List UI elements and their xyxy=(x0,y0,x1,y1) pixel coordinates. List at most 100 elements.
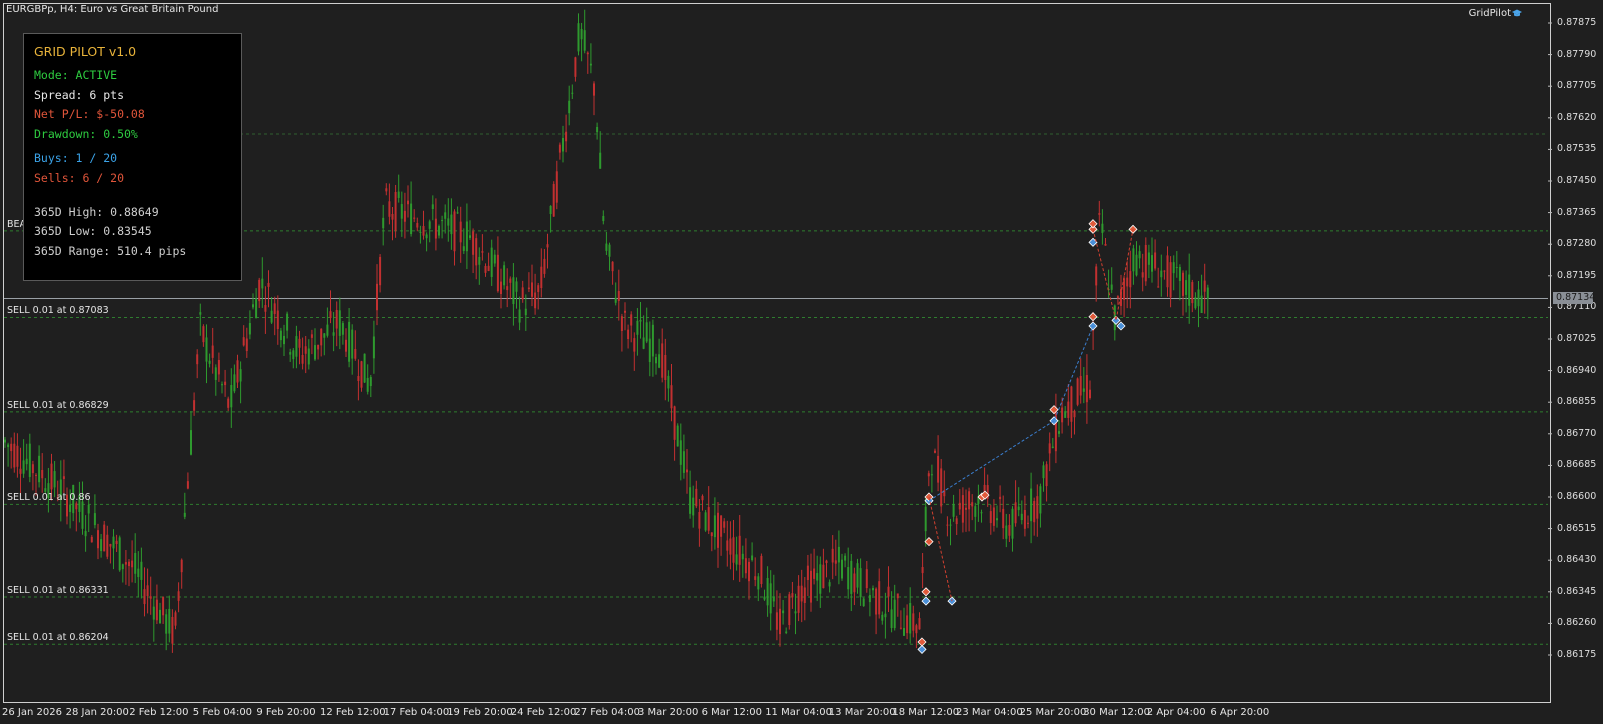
candle-body xyxy=(1163,270,1166,272)
candle-body xyxy=(955,518,958,525)
candle-body xyxy=(453,211,456,252)
grid-level-label: SELL 0.01 at 0.87083 xyxy=(7,305,109,317)
candle-body xyxy=(379,256,382,286)
candle-body xyxy=(416,223,419,228)
candle-body xyxy=(999,496,1002,500)
candle-body xyxy=(903,628,905,636)
candle-body xyxy=(1008,524,1011,536)
price-tick-label: 0.87280 xyxy=(1557,238,1597,250)
candle-body xyxy=(351,329,354,359)
candle-body xyxy=(230,385,233,408)
candle-body xyxy=(794,611,797,614)
candle-body xyxy=(366,377,369,392)
candle-body xyxy=(806,565,809,580)
candle-body xyxy=(233,374,236,392)
candle-body xyxy=(149,596,152,599)
candle-body xyxy=(1160,270,1163,278)
candle-body xyxy=(996,518,998,521)
candle-body xyxy=(717,512,719,548)
candle-body xyxy=(1073,410,1076,418)
candle-body xyxy=(75,503,78,510)
sell-trade-marker xyxy=(917,637,927,647)
candle-body xyxy=(1154,252,1157,269)
candle-body xyxy=(335,310,338,329)
time-tick-label: 2 Apr 04:00 xyxy=(1146,707,1206,718)
candle-body xyxy=(103,524,106,552)
candle-body xyxy=(655,357,657,364)
time-tick-label: 19 Feb 20:00 xyxy=(447,707,513,718)
candle-body xyxy=(1058,431,1060,434)
candle-body xyxy=(25,458,28,465)
candle-body xyxy=(1005,525,1008,539)
candle-body xyxy=(239,369,242,382)
price-tick-label: 0.87535 xyxy=(1557,143,1597,155)
time-tick-label: 18 Mar 12:00 xyxy=(892,707,960,718)
buy-trade-marker xyxy=(917,644,927,654)
candle-body xyxy=(599,152,602,169)
candle-body xyxy=(1098,213,1101,215)
candle-body xyxy=(844,555,847,561)
time-tick-label: 11 Mar 04:00 xyxy=(765,707,832,718)
candle-body xyxy=(444,212,447,219)
candle-body xyxy=(202,326,205,343)
candle-body xyxy=(788,594,791,625)
candle-body xyxy=(782,610,785,614)
candle-body xyxy=(332,332,335,336)
candle-body xyxy=(1175,267,1178,269)
candle-body xyxy=(338,310,341,336)
candle-body xyxy=(363,353,366,383)
candle-body xyxy=(896,593,899,599)
candle-body xyxy=(137,568,140,578)
candle-body xyxy=(754,576,757,580)
candle-body xyxy=(726,540,729,551)
candle-body xyxy=(968,491,971,510)
candle-body xyxy=(441,220,444,222)
candle-body xyxy=(348,321,351,362)
candle-body xyxy=(971,502,974,507)
candle-body xyxy=(763,596,766,600)
candle-body xyxy=(258,279,261,302)
candle-body xyxy=(825,560,828,564)
candle-body xyxy=(695,488,698,507)
candle-body xyxy=(41,469,44,479)
time-tick-label: 13 Mar 20:00 xyxy=(828,707,896,718)
price-tick-label: 0.86940 xyxy=(1557,364,1597,376)
candle-body xyxy=(673,406,676,440)
candle-body xyxy=(586,52,589,55)
price-tick-label: 0.86260 xyxy=(1557,617,1597,629)
candle-body xyxy=(819,564,822,594)
candle-body xyxy=(1002,508,1005,529)
candle-body xyxy=(413,217,416,219)
candle-body xyxy=(515,281,518,292)
candle-body xyxy=(205,337,208,362)
price-tick-label: 0.87365 xyxy=(1557,206,1597,218)
candle-body xyxy=(1182,272,1184,296)
candle-body xyxy=(369,377,372,387)
candle-body xyxy=(16,445,19,467)
candle-body xyxy=(84,530,87,537)
candle-body xyxy=(391,213,394,220)
time-tick-label: 26 Jan 2026 xyxy=(2,707,62,718)
candle-body xyxy=(1126,277,1129,287)
candle-body xyxy=(174,612,177,626)
time-tick-label: 17 Feb 04:00 xyxy=(383,707,450,718)
candle-body xyxy=(19,468,22,474)
candle-body xyxy=(143,589,146,605)
price-tick-label: 0.86515 xyxy=(1557,522,1597,534)
candle-body xyxy=(909,603,912,634)
candle-body xyxy=(1147,252,1150,265)
candle-body xyxy=(1178,267,1181,281)
candle-body xyxy=(961,495,964,523)
candle-body xyxy=(1200,295,1203,314)
candle-body xyxy=(766,577,769,606)
candle-body xyxy=(605,243,608,251)
candle-body xyxy=(506,286,509,291)
candle-body xyxy=(751,555,754,561)
candle-body xyxy=(627,329,630,340)
candle-body xyxy=(1048,443,1051,454)
candle-body xyxy=(571,92,574,94)
candle-body xyxy=(512,277,515,305)
candle-body xyxy=(509,278,512,283)
candle-body xyxy=(862,598,865,607)
candle-body xyxy=(1051,446,1054,448)
